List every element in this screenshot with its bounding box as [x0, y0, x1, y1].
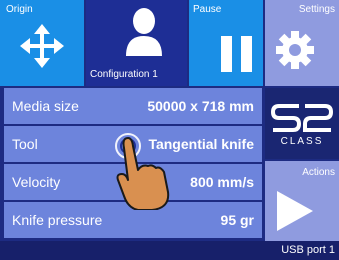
media-size-label: Media size	[12, 98, 79, 114]
knife-pressure-value: 95 gr	[220, 212, 254, 228]
configuration-button[interactable]: Configuration 1	[86, 0, 187, 86]
velocity-value: 800 mm/s	[190, 174, 254, 190]
actions-button[interactable]: Actions	[265, 161, 339, 241]
settings-button[interactable]: Settings	[265, 0, 339, 86]
s2-logo: CLASS	[271, 104, 333, 147]
play-icon	[277, 191, 313, 231]
origin-button[interactable]: Origin	[0, 0, 84, 86]
touch-hand-icon	[115, 133, 170, 210]
configuration-label: Configuration 1	[90, 69, 158, 80]
usb-port-label: USB port 1	[281, 244, 335, 256]
pause-icon	[221, 36, 252, 72]
knife-pressure-label: Knife pressure	[12, 212, 103, 228]
brand-text: CLASS	[281, 136, 324, 147]
status-bar: USB port 1	[0, 241, 339, 260]
media-size-row[interactable]: Media size 50000 x 718 mm	[4, 88, 262, 124]
origin-label: Origin	[6, 4, 33, 15]
tool-label: Tool	[12, 136, 38, 152]
move-arrows-icon	[20, 24, 64, 68]
gear-icon	[276, 31, 314, 69]
pause-label: Pause	[193, 4, 222, 15]
user-icon	[126, 8, 162, 56]
velocity-label: Velocity	[12, 174, 61, 190]
media-size-value: 50000 x 718 mm	[147, 98, 254, 114]
brand-logo: CLASS	[265, 88, 339, 159]
pause-button[interactable]: Pause	[189, 0, 263, 86]
actions-label: Actions	[302, 167, 335, 178]
settings-label: Settings	[298, 4, 335, 15]
